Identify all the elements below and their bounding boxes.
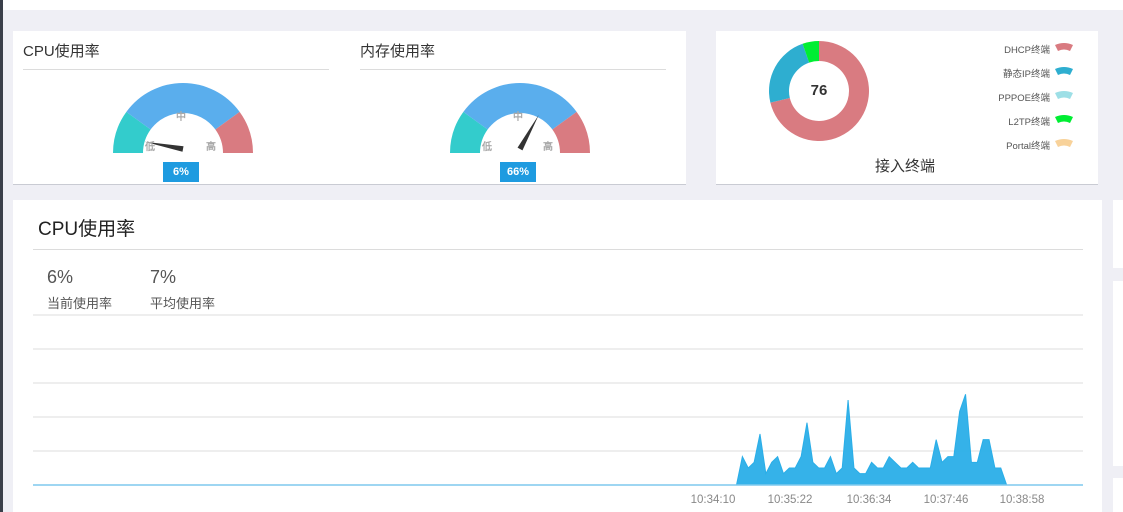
usage-gauges-card: CPU使用率 中 低 高 6% 内存使用率 中 低 高 66% bbox=[13, 31, 686, 184]
side-panel-stub bbox=[1113, 200, 1123, 268]
terminals-card: 76 DHCP终端 静态IP终端 PPPOE终端 L2TP终端 Portal终端… bbox=[716, 31, 1098, 184]
gauge-high-label: 高 bbox=[543, 140, 553, 153]
side-panel-stub bbox=[1113, 478, 1123, 512]
cpu-gauge-title: CPU使用率 bbox=[23, 43, 100, 60]
x-tick-label: 10:35:22 bbox=[768, 494, 813, 506]
average-usage-stat: 7% 平均使用率 bbox=[150, 267, 215, 312]
legend-label: DHCP终端 bbox=[1004, 45, 1050, 56]
divider bbox=[23, 69, 329, 70]
current-usage-label: 当前使用率 bbox=[47, 296, 113, 311]
legend-item-portal[interactable]: Portal终端 bbox=[976, 137, 1086, 161]
terminals-donut: 76 bbox=[769, 41, 869, 141]
cpu-panel-title: CPU使用率 bbox=[38, 219, 136, 240]
current-usage-value: 6% bbox=[47, 267, 74, 287]
legend-label: L2TP终端 bbox=[1008, 117, 1050, 128]
legend-item-static-ip[interactable]: 静态IP终端 bbox=[976, 65, 1086, 89]
x-tick-label: 10:36:34 bbox=[847, 494, 892, 506]
legend-swatch bbox=[1055, 115, 1073, 123]
current-usage-stat: 6% 当前使用率 bbox=[47, 267, 112, 312]
top-bar bbox=[0, 0, 1123, 10]
legend-label: 静态IP终端 bbox=[1003, 69, 1050, 80]
x-tick-label: 10:37:46 bbox=[924, 494, 969, 506]
x-tick-label: 10:38:58 bbox=[1000, 494, 1045, 506]
x-tick-label: 10:34:10 bbox=[691, 494, 736, 506]
gauge-mid-label: 中 bbox=[176, 110, 186, 123]
legend-swatch bbox=[1055, 91, 1073, 99]
terminals-legend: DHCP终端 静态IP终端 PPPOE终端 L2TP终端 Portal终端 bbox=[976, 41, 1086, 161]
average-usage-value: 7% bbox=[150, 267, 177, 287]
cpu-usage-chart: 10:34:10 10:35:22 10:36:34 10:37:46 10:38:58 bbox=[33, 314, 1083, 506]
cpu-usage-panel: CPU使用率 6% 当前使用率 7% 平均使用率 10:34:10 10:35:2… bbox=[13, 200, 1102, 512]
gauge-low-label: 低 bbox=[144, 140, 155, 153]
left-edge bbox=[0, 0, 3, 512]
memory-value-badge: 66% bbox=[500, 162, 536, 182]
legend-swatch bbox=[1055, 67, 1073, 75]
memory-gauge: 中 低 高 bbox=[450, 83, 590, 153]
cpu-value-badge: 6% bbox=[163, 162, 199, 182]
legend-label: Portal终端 bbox=[1006, 141, 1050, 152]
terminals-total: 76 bbox=[811, 82, 828, 99]
donut-slice[interactable] bbox=[769, 43, 810, 103]
gauge-low-label: 低 bbox=[481, 140, 492, 153]
memory-gauge-panel: 内存使用率 中 低 高 66% bbox=[350, 31, 666, 184]
divider bbox=[33, 249, 1083, 250]
terminals-title: 接入终端 bbox=[875, 158, 936, 175]
gauge-mid-label: 中 bbox=[513, 110, 523, 123]
cpu-area-series bbox=[33, 394, 1083, 486]
legend-item-dhcp[interactable]: DHCP终端 bbox=[976, 41, 1086, 65]
legend-item-pppoe[interactable]: PPPOE终端 bbox=[976, 89, 1086, 113]
legend-item-l2tp[interactable]: L2TP终端 bbox=[976, 113, 1086, 137]
legend-label: PPPOE终端 bbox=[998, 93, 1050, 104]
side-panel-stub bbox=[1113, 281, 1123, 466]
legend-swatch bbox=[1055, 43, 1073, 51]
legend-swatch bbox=[1055, 139, 1073, 147]
gauge-high-label: 高 bbox=[206, 140, 216, 153]
average-usage-label: 平均使用率 bbox=[150, 296, 216, 311]
cpu-gauge: 中 低 高 bbox=[113, 83, 253, 153]
cpu-gauge-panel: CPU使用率 中 低 高 6% bbox=[13, 31, 329, 184]
memory-gauge-title: 内存使用率 bbox=[360, 43, 436, 60]
divider bbox=[360, 69, 666, 70]
